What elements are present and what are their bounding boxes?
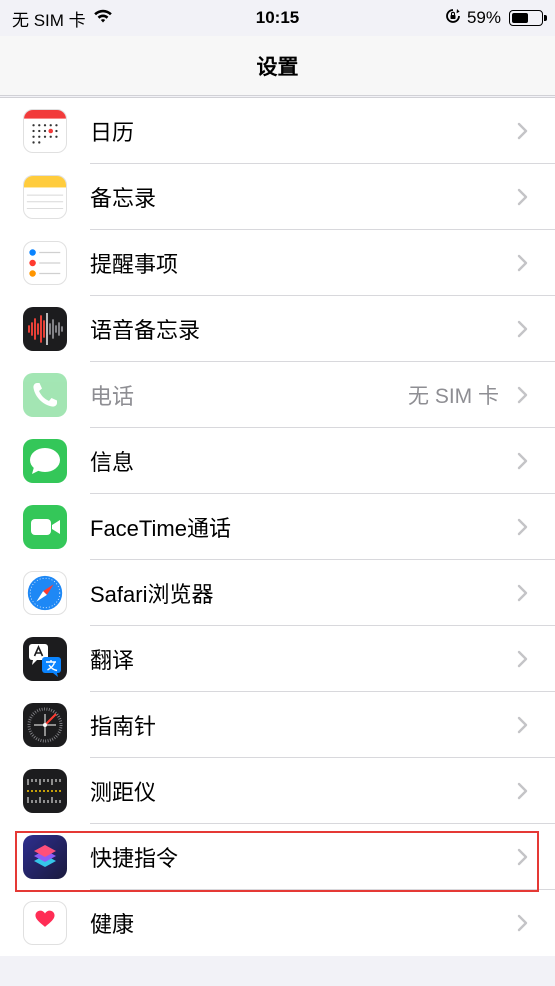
voice-memos-icon [23,307,67,351]
nav-bar: 设置 [0,36,555,96]
settings-row-label: 指南针 [90,714,157,739]
settings-row-phone[interactable]: 电话 无 SIM 卡 [0,362,555,428]
chevron-right-icon [517,320,528,338]
settings-row-facetime[interactable]: FaceTime通话 [0,494,555,560]
chevron-right-icon [517,122,528,140]
chevron-right-icon [517,716,528,734]
settings-row-safari[interactable]: Safari浏览器 [0,560,555,626]
facetime-icon [23,505,67,549]
phone-icon [23,373,67,417]
battery-fill [512,13,528,23]
settings-row-label: 电话 [90,384,135,409]
compass-icon [23,703,67,747]
notes-icon [23,175,67,219]
settings-row-compass[interactable]: 指南针 [0,692,555,758]
settings-row-voice-memos[interactable]: 语音备忘录 [0,296,555,362]
chevron-right-icon [517,914,528,932]
translate-icon [23,637,67,681]
settings-row-calendar[interactable]: 日历 [0,98,555,164]
settings-row-reminders[interactable]: 提醒事项 [0,230,555,296]
chevron-right-icon [517,386,528,404]
settings-row-label: Safari浏览器 [90,582,214,607]
settings-row-label: 日历 [90,120,135,145]
settings-row-messages[interactable]: 信息 [0,428,555,494]
battery-percent: 59% [466,8,501,27]
chevron-right-icon [517,188,528,206]
settings-row-label: 提醒事项 [90,252,179,277]
wifi-icon [92,8,114,29]
chevron-right-icon [517,782,528,800]
battery-icon [509,10,547,26]
health-icon [23,901,67,945]
chevron-right-icon [517,452,528,470]
settings-row-label: FaceTime通话 [90,516,231,541]
settings-row-translate[interactable]: 翻译 [0,626,555,692]
settings-row-health[interactable]: 健康 [0,890,555,956]
status-bar: 无 SIM 卡 10:15 59% [0,0,555,36]
highlight-box [15,831,539,892]
calendar-icon [23,109,67,153]
carrier-label: 无 SIM 卡 [12,10,86,30]
settings-row-label: 健康 [90,912,135,937]
messages-icon [23,439,67,483]
page-title: 设置 [256,55,299,79]
settings-row-notes[interactable]: 备忘录 [0,164,555,230]
chevron-right-icon [517,254,528,272]
orientation-lock-icon [445,8,461,29]
safari-icon [23,571,67,615]
settings-row-label: 翻译 [90,648,135,673]
chevron-right-icon [517,584,528,602]
settings-row-label: 信息 [90,450,135,475]
reminders-icon [23,241,67,285]
chevron-right-icon [517,518,528,536]
measure-icon [23,769,67,813]
settings-list: 日历 备忘录 提醒事项 语音备忘录 电话 无 SIM 卡 信息 FaceTime… [0,97,555,956]
settings-row-measure[interactable]: 测距仪 [0,758,555,824]
chevron-right-icon [517,650,528,668]
settings-row-detail: 无 SIM 卡 [407,385,499,408]
settings-row-label: 测距仪 [90,780,157,805]
settings-row-label: 备忘录 [90,186,157,211]
settings-row-label: 语音备忘录 [90,318,201,343]
